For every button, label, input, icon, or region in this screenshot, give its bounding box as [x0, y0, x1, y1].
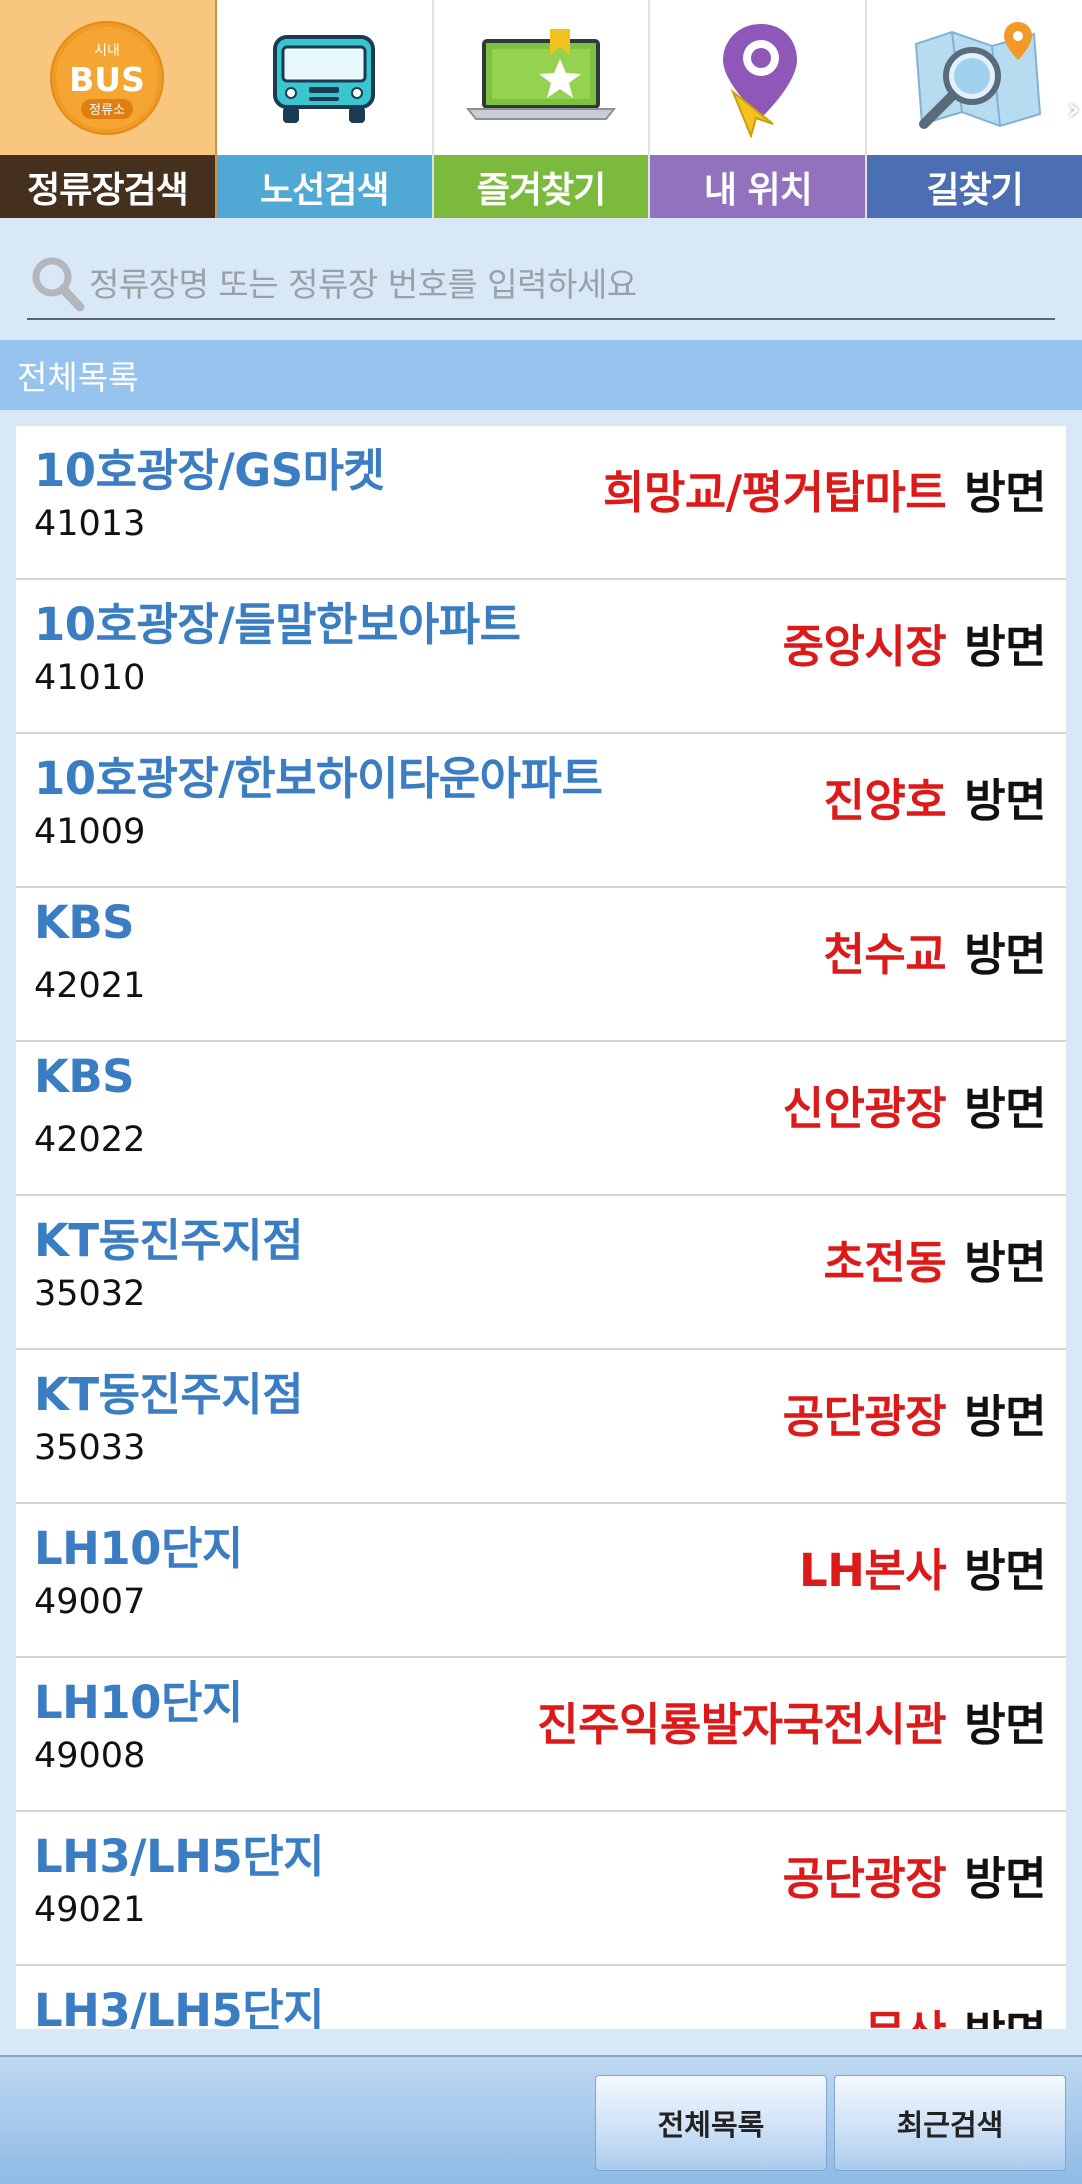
tab-label: 길찾기	[867, 155, 1082, 218]
tab-favorites[interactable]: 즐겨찾기	[433, 0, 651, 218]
stop-name: 10호광장/한보하이타운아파트	[34, 752, 603, 805]
stop-name: 10호광장/들말한보아파트	[34, 598, 521, 651]
bus-icon-top-text: 시내	[95, 43, 121, 59]
search-input[interactable]	[89, 254, 1055, 314]
stop-direction: 공단광장 방면	[782, 1380, 1047, 1445]
stop-name: KBS	[34, 1050, 135, 1103]
direction-destination: 중앙시장	[782, 620, 947, 673]
direction-destination: LH본사	[799, 1544, 947, 1597]
tab-label: 즐겨찾기	[433, 155, 649, 218]
tab-label: 내 위치	[650, 155, 866, 218]
stop-direction: 진양호 방면	[823, 764, 1046, 829]
recent-search-button[interactable]: 최근검색	[834, 2075, 1066, 2171]
bottom-bar: 전체목록 최근검색	[0, 2055, 1082, 2184]
list-item[interactable]: LH10단지 49007 LH본사 방면	[16, 1504, 1066, 1658]
stop-name: LH10단지	[34, 1522, 243, 1575]
direction-suffix: 방면	[964, 774, 1046, 827]
stop-code: 35032	[34, 1274, 146, 1314]
favorites-laptop-icon	[465, 28, 616, 120]
stop-code: 41010	[34, 658, 146, 698]
tab-label: 정류장검색	[0, 155, 215, 218]
list-item[interactable]: 10호광장/들말한보아파트 41010 중앙시장 방면	[16, 580, 1066, 734]
list-item[interactable]: 10호광장/GS마켓 41013 희망교/평거탑마트 방면	[16, 426, 1066, 580]
direction-suffix: 방면	[964, 1236, 1046, 1289]
direction-destination: 공단광장	[782, 1390, 947, 1443]
map-search-icon	[914, 22, 1041, 129]
stop-direction: LH본사 방면	[799, 1534, 1046, 1599]
direction-destination: 진양호	[823, 774, 947, 827]
stop-name: 10호광장/GS마켓	[34, 444, 385, 497]
stop-code: 42021	[34, 966, 146, 1006]
list-item[interactable]: 10호광장/한보하이타운아파트 41009 진양호 방면	[16, 734, 1066, 888]
list-item[interactable]: KBS 42022 신안광장 방면	[16, 1042, 1066, 1196]
stop-name: KT동진주지점	[34, 1368, 304, 1421]
list-bottom-edge	[0, 2029, 1082, 2055]
stop-name: LH10단지	[34, 1676, 243, 1729]
direction-destination: 희망교/평거탑마트	[603, 466, 947, 519]
chevron-right-icon[interactable]: ›	[1068, 92, 1080, 127]
direction-destination: 천수교	[823, 928, 947, 981]
stop-code: 49008	[34, 1736, 146, 1776]
bus-icon	[273, 34, 376, 123]
stop-code: 41009	[34, 812, 146, 852]
direction-suffix: 방면	[964, 1852, 1046, 1905]
stop-code: 49021	[34, 1890, 146, 1930]
stop-code: 41013	[34, 504, 146, 544]
stop-direction: 초전동 방면	[823, 1226, 1046, 1291]
stop-direction: 희망교/평거탑마트 방면	[603, 456, 1046, 521]
direction-destination: 진주익룡발자국전시관	[537, 1698, 947, 1751]
list-item[interactable]: LH10단지 49008 진주익룡발자국전시관 방면	[16, 1658, 1066, 1812]
location-pin-icon	[722, 23, 797, 138]
stop-code: 42022	[34, 1120, 146, 1160]
tab-label: 노선검색	[216, 155, 432, 218]
stop-direction: 공단광장 방면	[782, 1842, 1047, 1907]
stop-code: 49007	[34, 1582, 146, 1622]
tab-my-location[interactable]: 내 위치	[650, 0, 868, 218]
stop-name: KBS	[34, 896, 135, 949]
direction-suffix: 방면	[964, 620, 1046, 673]
stop-code: 35033	[34, 1428, 146, 1468]
bus-icon-bottom-text: 정류소	[89, 103, 125, 118]
stop-name: KT동진주지점	[34, 1214, 304, 1267]
search-icon	[32, 257, 85, 312]
direction-suffix: 방면	[964, 1544, 1046, 1597]
stop-name: LH3/LH5단지	[34, 1830, 325, 1883]
stop-list-container[interactable]: 10호광장/GS마켓 41013 희망교/평거탑마트 방면 10호광장/들말한보아파트 4…	[0, 410, 1082, 2055]
bus-icon-main-text: BUS	[70, 60, 146, 99]
list-item[interactable]: KBS 42021 천수교 방면	[16, 888, 1066, 1042]
direction-destination: 초전동	[823, 1236, 947, 1289]
tab-route-search[interactable]: 노선검색	[216, 0, 434, 218]
stop-direction: 천수교 방면	[823, 918, 1046, 983]
stop-direction: 중앙시장 방면	[782, 610, 1047, 675]
tab-stop-search[interactable]: 시내 BUS 정류소 정류장검색	[0, 0, 217, 218]
list-header: 전체목록	[0, 340, 1082, 410]
stop-direction: 신안광장 방면	[782, 1072, 1047, 1137]
all-list-button[interactable]: 전체목록	[595, 2075, 827, 2171]
list-item[interactable]: LH3/LH5단지 49021 공단광장 방면	[16, 1812, 1066, 1966]
direction-suffix: 방면	[964, 466, 1046, 519]
direction-suffix: 방면	[964, 1698, 1046, 1751]
top-navigation: 시내 BUS 정류소 정류장검색 노선검색 즐겨찾기 내 위치 길찾기 ›	[0, 0, 1082, 218]
direction-suffix: 방면	[964, 928, 1046, 981]
direction-suffix: 방면	[964, 1390, 1046, 1443]
direction-destination: 공단광장	[782, 1852, 947, 1905]
stop-list: 10호광장/GS마켓 41013 희망교/평거탑마트 방면 10호광장/들말한보아파트 4…	[16, 426, 1066, 2055]
search-area	[0, 218, 1082, 340]
direction-suffix: 방면	[964, 1082, 1046, 1135]
search-box[interactable]	[27, 250, 1055, 320]
list-item[interactable]: KT동진주지점 35033 공단광장 방면	[16, 1350, 1066, 1504]
list-item[interactable]: KT동진주지점 35032 초전동 방면	[16, 1196, 1066, 1350]
tab-find-route[interactable]: 길찾기 ›	[867, 0, 1082, 218]
stop-direction: 진주익룡발자국전시관 방면	[537, 1688, 1046, 1753]
direction-destination: 신안광장	[782, 1082, 947, 1135]
bus-stop-icon: 시내 BUS 정류소	[50, 20, 165, 135]
